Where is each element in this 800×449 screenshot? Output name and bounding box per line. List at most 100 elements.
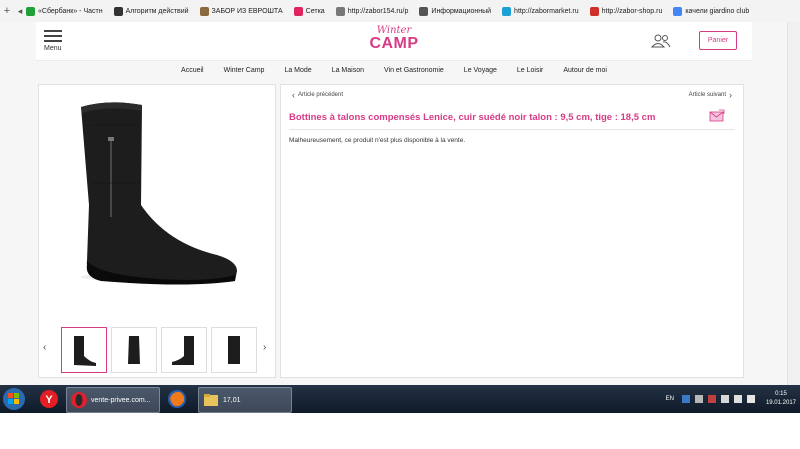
volume-icon[interactable] <box>746 395 755 403</box>
previous-article-link[interactable]: ‹ Article précédent <box>289 90 343 100</box>
website-viewport: Menu Winter CAMP Panier Accueil Winter Ca… <box>0 22 800 385</box>
clock-time: 0:15 <box>775 391 787 397</box>
thumbnail-strip: ‹ › <box>39 325 275 375</box>
hamburger-icon <box>44 30 62 32</box>
taskbar-folder-label: 17,01 <box>223 396 241 404</box>
next-article-link[interactable]: Article suivant › <box>689 90 735 100</box>
firefox-icon <box>168 390 186 408</box>
nav-item[interactable]: Winter Camp <box>224 67 265 74</box>
bookmark-item[interactable]: Сетка <box>293 6 325 16</box>
usb-icon[interactable] <box>694 395 703 403</box>
hamburger-icon-line <box>44 40 62 42</box>
opera-icon <box>71 392 87 408</box>
boot-side-icon <box>74 336 96 366</box>
bookmark-favicon-icon <box>113 6 123 16</box>
site-logo[interactable]: Winter CAMP <box>366 26 422 56</box>
nav-item[interactable]: La Mode <box>284 67 311 74</box>
bookmark-label: http://zabormarket.ru <box>514 7 579 15</box>
bookmark-item[interactable]: качели giardino club <box>673 6 750 16</box>
nav-item[interactable]: La Maison <box>332 67 364 74</box>
bookmark-label: Сетка <box>305 7 325 15</box>
bookmarks-bar: + ◂ «Сбербанк» - Частн Алгоритм действий З… <box>0 0 800 23</box>
hamburger-icon-line <box>44 35 62 37</box>
product-main-image[interactable] <box>39 85 275 321</box>
bookmark-favicon-icon <box>335 6 345 16</box>
bookmark-label: http://zabor-shop.ru <box>601 7 663 15</box>
title-divider <box>289 129 735 130</box>
taskbar-folder[interactable]: 17,01 <box>198 387 292 413</box>
thumbnail[interactable] <box>61 327 107 373</box>
thumbnail[interactable] <box>111 327 157 373</box>
windows-taskbar: Y vente-privee.com... 17,01 EN 0:15 19.0… <box>0 385 800 413</box>
product-image-panel: ‹ › <box>38 84 276 378</box>
boot-back-icon <box>228 336 240 364</box>
taskbar-yandex-browser[interactable]: Y <box>36 387 62 411</box>
menu-label: Menu <box>44 45 62 52</box>
language-indicator[interactable]: EN <box>666 396 674 402</box>
logo-bottom-text: CAMP <box>369 35 419 52</box>
clock-date: 19.01.2017 <box>765 400 796 406</box>
cart-button[interactable]: Panier <box>699 31 737 50</box>
clock[interactable]: 0:15 19.01.2017 <box>766 390 796 408</box>
thumbnail[interactable] <box>161 327 207 373</box>
action-center-icon[interactable] <box>720 395 729 403</box>
bookmark-label: «Сбербанк» - Частн <box>38 7 103 15</box>
unavailable-message: Malheureusement, ce produit n'est plus d… <box>289 137 466 144</box>
product-title: Bottines à talons compensés Lenice, cuir… <box>289 112 656 123</box>
network-signal-icon[interactable] <box>733 395 742 403</box>
svg-text:Y: Y <box>45 394 53 406</box>
site-header: Menu Winter CAMP Panier <box>36 22 752 60</box>
add-bookmark-icon[interactable]: + <box>0 5 14 17</box>
desktop-margin <box>0 413 800 449</box>
bookmark-label: Информационный <box>431 7 492 15</box>
network-app-icon[interactable] <box>681 395 690 403</box>
thumbnail[interactable] <box>211 327 257 373</box>
taskbar-opera[interactable]: vente-privee.com... <box>66 387 160 413</box>
bookmark-label: Алгоритм действий <box>125 7 189 15</box>
boot-inner-icon <box>172 336 194 365</box>
menu-button[interactable]: Menu <box>44 30 64 52</box>
thumb-prev-icon[interactable]: ‹ <box>43 342 46 353</box>
product-info-panel: ‹ Article précédent Article suivant › Bo… <box>280 84 744 378</box>
thumb-next-icon[interactable]: › <box>263 342 266 353</box>
bookmark-item[interactable]: «Сбербанк» - Частн <box>26 6 103 16</box>
account-icon[interactable] <box>650 34 672 48</box>
system-tray: EN 0:15 19.01.2017 <box>666 385 796 413</box>
nav-item[interactable]: Le Voyage <box>464 67 497 74</box>
nav-item[interactable]: Autour de moi <box>563 67 607 74</box>
start-button-icon[interactable] <box>2 386 26 412</box>
bookmark-favicon-icon <box>293 6 303 16</box>
yandex-browser-icon: Y <box>40 390 58 408</box>
scroll-left-icon[interactable]: ◂ <box>14 6 26 17</box>
bookmark-item[interactable]: Алгоритм действий <box>113 6 189 16</box>
bookmark-item[interactable]: http://zabor154.ru/p <box>335 6 409 16</box>
previous-article-label: Article précédent <box>298 92 344 98</box>
bookmark-favicon-icon <box>589 6 599 16</box>
bookmark-label: ЗАБОР ИЗ ЕВРОШТА <box>211 7 283 15</box>
page-scrollbar[interactable] <box>787 22 800 385</box>
nav-item[interactable]: Vin et Gastronomie <box>384 67 444 74</box>
next-article-label: Article suivant <box>688 92 726 98</box>
bookmark-label: качели giardino club <box>685 7 750 15</box>
share-email-icon[interactable] <box>709 109 725 122</box>
taskbar-opera-label: vente-privee.com... <box>91 396 151 404</box>
chevron-right-icon: › <box>729 90 732 100</box>
bookmark-item[interactable]: http://zabormarket.ru <box>502 6 579 16</box>
taskbar-firefox[interactable] <box>164 387 190 411</box>
folder-icon <box>204 394 218 406</box>
bookmark-item[interactable]: Информационный <box>419 6 492 16</box>
nav-item[interactable]: Accueil <box>181 67 204 74</box>
main-nav: Accueil Winter Camp La Mode La Maison Vin et… <box>36 60 752 79</box>
nav-item[interactable]: Le Loisir <box>517 67 543 74</box>
bookmark-label: http://zabor154.ru/p <box>347 7 409 15</box>
bookmark-favicon-icon <box>199 6 209 16</box>
bookmark-favicon-icon <box>502 6 512 16</box>
bookmark-favicon-icon <box>673 6 683 16</box>
bookmark-favicon-icon <box>419 6 429 16</box>
tray-alert-icon[interactable] <box>707 395 716 403</box>
bookmark-item[interactable]: ЗАБОР ИЗ ЕВРОШТА <box>199 6 283 16</box>
bookmark-item[interactable]: http://zabor-shop.ru <box>589 6 663 16</box>
chevron-left-icon: ‹ <box>292 90 295 100</box>
bookmark-favicon-icon <box>26 6 35 16</box>
boot-front-icon <box>128 336 140 364</box>
